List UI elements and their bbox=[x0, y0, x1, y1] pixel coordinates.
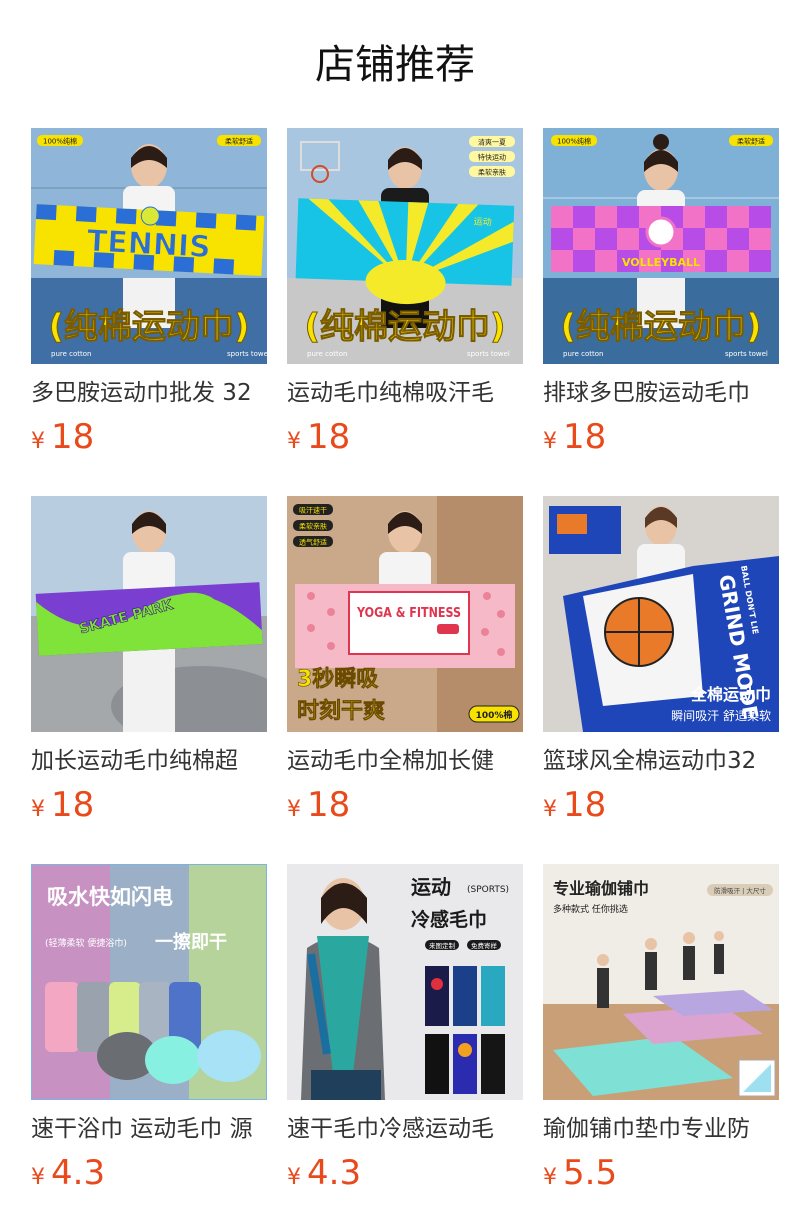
svg-text:(纯棉运动巾): (纯棉运动巾) bbox=[48, 307, 249, 347]
svg-text:100%棉: 100%棉 bbox=[476, 709, 513, 721]
product-name[interactable]: 速干毛巾冷感运动毛 bbox=[287, 1114, 523, 1144]
product-card[interactable]: YOGA & FITNESS 吸汗速干 柔软亲肤 透气舒适 3秒瞬吸 时刻干爽 … bbox=[287, 496, 523, 826]
svg-text:pure cotton: pure cotton bbox=[51, 350, 91, 358]
product-price: ¥18 bbox=[31, 416, 267, 458]
svg-text:运动: 运动 bbox=[411, 875, 451, 899]
product-price: ¥5.5 bbox=[543, 1152, 779, 1194]
svg-text:sports towel: sports towel bbox=[467, 350, 510, 358]
svg-text:特快运动: 特快运动 bbox=[478, 153, 506, 162]
price-value: 18 bbox=[307, 417, 351, 457]
currency-symbol: ¥ bbox=[31, 429, 45, 454]
svg-text:柔软亲肤: 柔软亲肤 bbox=[478, 168, 506, 177]
price-value: 4.3 bbox=[51, 1153, 106, 1193]
svg-text:sports towel: sports towel bbox=[725, 350, 768, 358]
svg-text:时刻干爽: 时刻干爽 bbox=[297, 698, 385, 724]
product-name[interactable]: 运动毛巾纯棉吸汗毛 bbox=[287, 378, 523, 408]
svg-text:瞬间吸汗 舒适柔软: 瞬间吸汗 舒适柔软 bbox=[671, 709, 771, 723]
svg-text:100%纯棉: 100%纯棉 bbox=[43, 137, 77, 146]
product-name[interactable]: 篮球风全棉运动巾32 bbox=[543, 746, 779, 776]
svg-text:吸汗速干: 吸汗速干 bbox=[299, 507, 327, 515]
svg-text:100%纯棉: 100%纯棉 bbox=[557, 137, 591, 146]
product-card[interactable]: 运动 (SPORTS) 冷感毛巾 来图定制 免费寄样 速干毛巾冷感运动毛 ¥4.… bbox=[287, 864, 523, 1194]
currency-symbol: ¥ bbox=[31, 1165, 45, 1190]
page-title: 店铺推荐 bbox=[315, 42, 475, 88]
svg-text:吸水快如闪电: 吸水快如闪电 bbox=[47, 885, 173, 909]
product-image[interactable]: VOLLEYBALL 100%纯棉 柔软舒适 (纯棉运动巾) pure cott… bbox=[543, 128, 779, 364]
towel-text: TENNIS bbox=[86, 224, 212, 265]
product-image[interactable]: 运动 (SPORTS) 冷感毛巾 来图定制 免费寄样 bbox=[287, 864, 523, 1100]
product-card[interactable]: SKATE PARK 加长运动毛巾纯棉超 ¥18 bbox=[31, 496, 267, 826]
product-price: ¥18 bbox=[543, 784, 779, 826]
svg-text:3秒瞬吸: 3秒瞬吸 bbox=[297, 667, 379, 692]
svg-text:(SPORTS): (SPORTS) bbox=[467, 885, 509, 895]
currency-symbol: ¥ bbox=[543, 429, 557, 454]
price-value: 18 bbox=[563, 785, 607, 825]
product-name[interactable]: 速干浴巾 运动毛巾 源 bbox=[31, 1114, 267, 1144]
svg-text:专业瑜伽铺巾: 专业瑜伽铺巾 bbox=[553, 879, 649, 898]
svg-text:YOGA & FITNESS: YOGA & FITNESS bbox=[356, 606, 461, 621]
svg-text:一擦即干: 一擦即干 bbox=[155, 931, 227, 953]
svg-text:清爽一夏: 清爽一夏 bbox=[478, 138, 506, 147]
svg-text:(轻薄柔软 便捷浴巾): (轻薄柔软 便捷浴巾) bbox=[45, 937, 127, 949]
product-price: ¥4.3 bbox=[31, 1152, 267, 1194]
currency-symbol: ¥ bbox=[287, 797, 301, 822]
price-value: 18 bbox=[307, 785, 351, 825]
svg-text:免费寄样: 免费寄样 bbox=[471, 941, 498, 950]
svg-text:柔软舒适: 柔软舒适 bbox=[737, 137, 765, 146]
svg-text:pure cotton: pure cotton bbox=[307, 350, 347, 358]
svg-text:运动: 运动 bbox=[473, 216, 491, 228]
price-value: 18 bbox=[563, 417, 607, 457]
svg-text:防滑吸汗 | 大尺寸: 防滑吸汗 | 大尺寸 bbox=[714, 886, 766, 895]
price-value: 4.3 bbox=[307, 1153, 362, 1193]
price-value: 18 bbox=[51, 417, 95, 457]
svg-text:VOLLEYBALL: VOLLEYBALL bbox=[622, 256, 700, 269]
product-card[interactable]: 专业瑜伽铺巾 多种款式 任你挑选 防滑吸汗 | 大尺寸 瑜伽铺巾垫巾专业防 ¥5… bbox=[543, 864, 779, 1194]
svg-text:柔软亲肤: 柔软亲肤 bbox=[299, 522, 327, 531]
price-value: 18 bbox=[51, 785, 95, 825]
svg-text:(纯棉运动巾): (纯棉运动巾) bbox=[304, 307, 505, 347]
product-card[interactable]: 吸水快如闪电 (轻薄柔软 便捷浴巾) 一擦即干 速干浴巾 运动毛巾 源 ¥4.3 bbox=[31, 864, 267, 1194]
product-image[interactable]: 吸水快如闪电 (轻薄柔软 便捷浴巾) 一擦即干 bbox=[31, 864, 267, 1100]
currency-symbol: ¥ bbox=[31, 797, 45, 822]
product-image[interactable]: 专业瑜伽铺巾 多种款式 任你挑选 防滑吸汗 | 大尺寸 bbox=[543, 864, 779, 1100]
currency-symbol: ¥ bbox=[543, 1165, 557, 1190]
product-image[interactable]: GRIND MODE BALL DON'T LIE 全棉运动巾 瞬间吸汗 舒适柔… bbox=[543, 496, 779, 732]
currency-symbol: ¥ bbox=[543, 797, 557, 822]
product-name[interactable]: 排球多巴胺运动毛巾 bbox=[543, 378, 779, 408]
product-image[interactable]: TENNIS 100%纯棉 柔软舒适 (纯棉运动巾) pure cotton s… bbox=[31, 128, 267, 364]
currency-symbol: ¥ bbox=[287, 1165, 301, 1190]
product-name[interactable]: 运动毛巾全棉加长健 bbox=[287, 746, 523, 776]
product-image[interactable]: 运动 清爽一夏 特快运动 柔软亲肤 (纯棉运动巾) pure cotton sp… bbox=[287, 128, 523, 364]
product-price: ¥18 bbox=[31, 784, 267, 826]
svg-text:全棉运动巾: 全棉运动巾 bbox=[690, 685, 771, 704]
svg-text:pure cotton: pure cotton bbox=[563, 350, 603, 358]
svg-text:sports towel: sports towel bbox=[227, 350, 267, 358]
product-name[interactable]: 瑜伽铺巾垫巾专业防 bbox=[543, 1114, 779, 1144]
svg-text:来图定制: 来图定制 bbox=[429, 941, 456, 950]
svg-text:柔软舒适: 柔软舒适 bbox=[225, 137, 253, 146]
currency-symbol: ¥ bbox=[287, 429, 301, 454]
product-price: ¥4.3 bbox=[287, 1152, 523, 1194]
product-card[interactable]: VOLLEYBALL 100%纯棉 柔软舒适 (纯棉运动巾) pure cott… bbox=[543, 128, 779, 458]
svg-text:(纯棉运动巾): (纯棉运动巾) bbox=[560, 307, 761, 347]
product-card[interactable]: TENNIS 100%纯棉 柔软舒适 (纯棉运动巾) pure cotton s… bbox=[31, 128, 267, 458]
product-card[interactable]: 运动 清爽一夏 特快运动 柔软亲肤 (纯棉运动巾) pure cotton sp… bbox=[287, 128, 523, 458]
price-value: 5.5 bbox=[563, 1153, 618, 1193]
product-price: ¥18 bbox=[543, 416, 779, 458]
product-image[interactable]: YOGA & FITNESS 吸汗速干 柔软亲肤 透气舒适 3秒瞬吸 时刻干爽 … bbox=[287, 496, 523, 732]
svg-text:多种款式 任你挑选: 多种款式 任你挑选 bbox=[553, 903, 628, 915]
product-card[interactable]: GRIND MODE BALL DON'T LIE 全棉运动巾 瞬间吸汗 舒适柔… bbox=[543, 496, 779, 826]
svg-text:冷感毛巾: 冷感毛巾 bbox=[411, 908, 487, 931]
product-price: ¥18 bbox=[287, 784, 523, 826]
product-name[interactable]: 加长运动毛巾纯棉超 bbox=[31, 746, 267, 776]
product-name[interactable]: 多巴胺运动巾批发 32 bbox=[31, 378, 267, 408]
product-price: ¥18 bbox=[287, 416, 523, 458]
product-image[interactable]: SKATE PARK bbox=[31, 496, 267, 732]
svg-text:透气舒适: 透气舒适 bbox=[299, 538, 327, 547]
